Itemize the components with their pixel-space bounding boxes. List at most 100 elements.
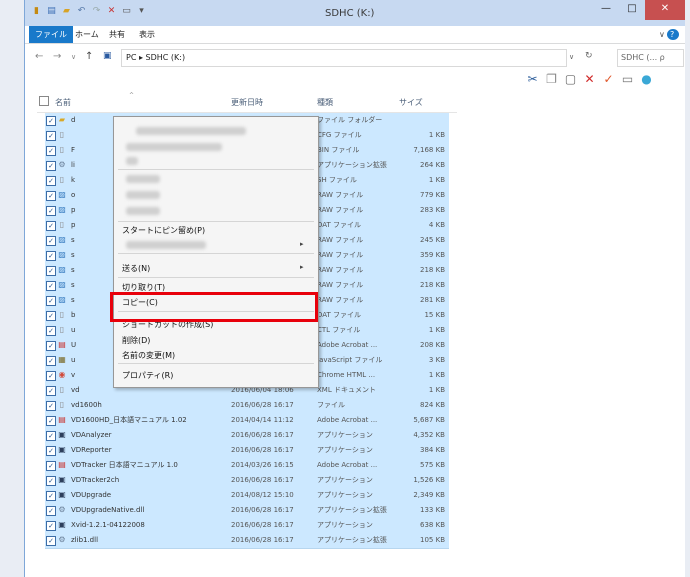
- file-date: 2014/04/14 11:12: [231, 416, 294, 424]
- undo-icon[interactable]: ↶: [76, 6, 87, 17]
- table-row[interactable]: ✓ ▤ VDTracker 日本語マニュアル 1.0 2014/03/26 16:15…: [45, 458, 449, 474]
- blurred-menu-item: [126, 191, 160, 199]
- file-name: VDTracker 日本語マニュアル 1.0: [71, 461, 178, 469]
- file-size: 1 KB: [428, 371, 445, 379]
- row-checkbox[interactable]: ✓: [46, 191, 56, 201]
- column-date[interactable]: 更新日時: [231, 97, 263, 108]
- table-row[interactable]: ✓ ⚙ VDUpgradeNative.dll 2016/06/28 16:17 アプリ…: [45, 503, 449, 519]
- select-all-checkbox[interactable]: [39, 96, 49, 106]
- file-type: RAW ファイル: [317, 281, 364, 289]
- tab-file[interactable]: ファイル: [29, 26, 73, 43]
- row-checkbox[interactable]: ✓: [46, 326, 56, 336]
- window-icon[interactable]: ▭: [620, 72, 635, 87]
- maximize-button[interactable]: □: [619, 0, 645, 20]
- table-row[interactable]: ✓ ▤ VD1600HD_日本語マニュアル 1.02 2014/04/14 11:12…: [45, 413, 449, 429]
- minimize-button[interactable]: —: [593, 0, 619, 20]
- paste-icon[interactable]: ▢: [563, 72, 578, 87]
- menu-item-properties[interactable]: プロパティ(R): [122, 370, 173, 381]
- file-name: d: [71, 116, 76, 124]
- file-name: u: [71, 326, 76, 334]
- new-folder-icon[interactable]: ▰: [61, 6, 72, 17]
- forward-icon[interactable]: →: [53, 51, 61, 62]
- row-checkbox[interactable]: ✓: [46, 266, 56, 276]
- row-checkbox[interactable]: ✓: [46, 311, 56, 321]
- cut-icon[interactable]: ✂: [525, 72, 540, 87]
- row-checkbox[interactable]: ✓: [46, 341, 56, 351]
- image-icon: ▨: [58, 235, 66, 244]
- row-checkbox[interactable]: ✓: [46, 161, 56, 171]
- row-checkbox[interactable]: ✓: [46, 221, 56, 231]
- refresh-icon[interactable]: ↻: [585, 51, 593, 61]
- redo-icon[interactable]: ↷: [91, 6, 102, 17]
- address-bar[interactable]: PC ▸ SDHC (K:): [121, 49, 567, 67]
- table-row[interactable]: ✓ ▣ VDUpgrade 2014/08/12 15:10 アプリケーション 2,349…: [45, 488, 449, 504]
- row-checkbox[interactable]: ✓: [46, 356, 56, 366]
- row-checkbox[interactable]: ✓: [46, 491, 56, 501]
- row-checkbox[interactable]: ✓: [46, 386, 56, 396]
- properties-icon[interactable]: ▤: [46, 6, 57, 17]
- row-checkbox[interactable]: ✓: [46, 176, 56, 186]
- row-checkbox[interactable]: ✓: [46, 431, 56, 441]
- row-checkbox[interactable]: ✓: [46, 296, 56, 306]
- file-name: VDUpgrade: [71, 491, 112, 499]
- row-checkbox[interactable]: ✓: [46, 401, 56, 411]
- up-icon[interactable]: ↑: [85, 51, 93, 62]
- row-checkbox[interactable]: ✓: [46, 371, 56, 381]
- row-checkbox[interactable]: ✓: [46, 251, 56, 261]
- file-date: 2016/06/28 16:17: [231, 506, 294, 514]
- menu-item-delete[interactable]: 削除(D): [122, 335, 150, 346]
- column-size[interactable]: サイズ: [399, 97, 423, 108]
- file-name: b: [71, 311, 76, 319]
- submenu-arrow-icon: ▸: [300, 263, 304, 271]
- history-chevron-icon[interactable]: ∨: [71, 53, 76, 61]
- table-row[interactable]: ✓ ▣ VDAnalyzer 2016/06/28 16:17 アプリケーション 4,35…: [45, 428, 449, 444]
- close-button[interactable]: ✕: [645, 0, 685, 20]
- copy-icon[interactable]: ❐: [544, 72, 559, 87]
- row-checkbox[interactable]: ✓: [46, 521, 56, 531]
- help-icon[interactable]: ?: [667, 29, 679, 40]
- file-name: zlib1.dll: [71, 536, 99, 544]
- file-type: XML ドキュメント: [317, 386, 376, 394]
- file-type: DAT ファイル: [317, 221, 362, 229]
- row-checkbox[interactable]: ✓: [46, 476, 56, 486]
- row-checkbox[interactable]: ✓: [46, 446, 56, 456]
- row-checkbox[interactable]: ✓: [46, 536, 56, 546]
- file-name: li: [71, 161, 75, 169]
- search-input[interactable]: SDHC (... ρ: [617, 49, 684, 67]
- row-checkbox[interactable]: ✓: [46, 131, 56, 141]
- row-checkbox[interactable]: ✓: [46, 116, 56, 126]
- menu-item-rename[interactable]: 名前の変更(M): [122, 350, 175, 361]
- file-type: RAW ファイル: [317, 191, 364, 199]
- row-checkbox[interactable]: ✓: [46, 416, 56, 426]
- image-icon: ▨: [58, 295, 66, 304]
- menu-item-pin-start[interactable]: スタートにピン留め(P): [122, 225, 205, 236]
- rename-icon[interactable]: ▭: [121, 6, 132, 17]
- menu-item-send-to[interactable]: 送る(N): [122, 263, 150, 274]
- table-row[interactable]: ✓ ▣ Xvid-1.2.1-04122008 2016/06/28 16:17 アプリ…: [45, 518, 449, 534]
- column-name[interactable]: 名前: [55, 97, 71, 108]
- file-type: アプリケーション: [317, 491, 373, 499]
- row-checkbox[interactable]: ✓: [46, 506, 56, 516]
- row-checkbox[interactable]: ✓: [46, 281, 56, 291]
- row-checkbox[interactable]: ✓: [46, 146, 56, 156]
- tab-share[interactable]: 共有: [103, 26, 131, 43]
- row-checkbox[interactable]: ✓: [46, 236, 56, 246]
- tab-view[interactable]: 表示: [133, 26, 161, 43]
- chevron-down-icon[interactable]: ▾: [136, 6, 147, 17]
- table-row[interactable]: ✓ ⚙ zlib1.dll 2016/06/28 16:17 アプリケーション拡張 105…: [45, 533, 449, 549]
- file-size: 1 KB: [428, 176, 445, 184]
- delete-icon[interactable]: ✕: [106, 6, 117, 17]
- address-dropdown-icon[interactable]: ∨: [569, 53, 574, 61]
- table-row[interactable]: ✓ ▯ vd1600h 2016/06/28 16:17 ファイル 824 KB: [45, 398, 449, 414]
- sort-up-icon: ^: [129, 92, 135, 99]
- row-checkbox[interactable]: ✓: [46, 461, 56, 471]
- column-type[interactable]: 種類: [317, 97, 333, 108]
- row-checkbox[interactable]: ✓: [46, 206, 56, 216]
- back-icon[interactable]: ←: [35, 51, 43, 62]
- table-row[interactable]: ✓ ▣ VDReporter 2016/06/28 16:17 アプリケーション 384 …: [45, 443, 449, 459]
- tab-home[interactable]: ホーム: [69, 26, 105, 43]
- delete-x-icon[interactable]: ✕: [582, 72, 597, 87]
- globe-icon[interactable]: ●: [639, 72, 654, 87]
- check-icon[interactable]: ✓: [601, 72, 616, 87]
- table-row[interactable]: ✓ ▣ VDTracker2ch 2016/06/28 16:17 アプリケーション 1,…: [45, 473, 449, 489]
